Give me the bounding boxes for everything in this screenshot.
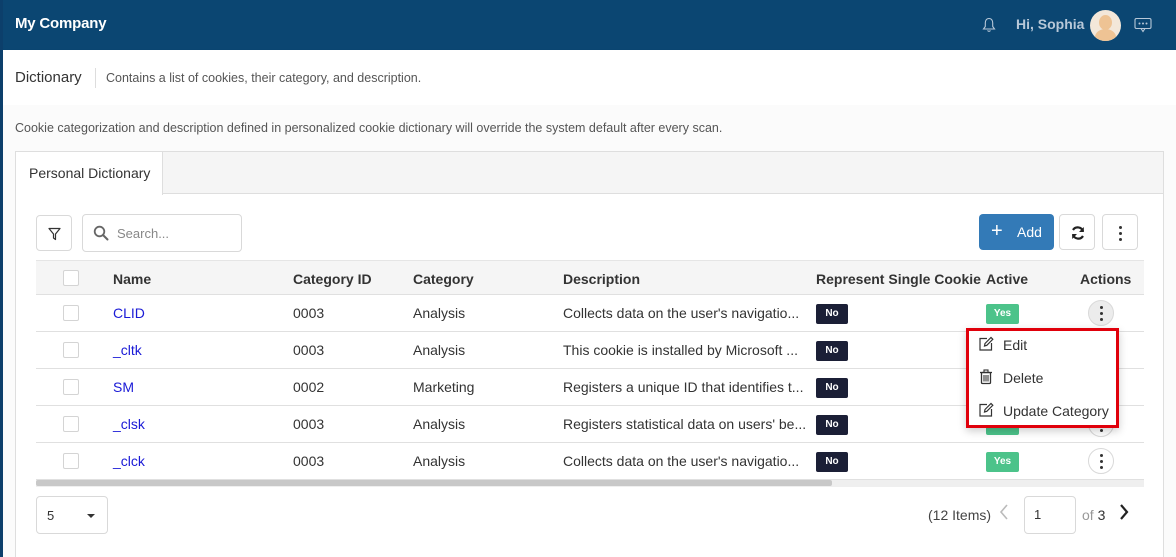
menu-item-label: Update Category: [1003, 403, 1109, 419]
active-badge: Yes: [986, 304, 1019, 324]
table-row: CLID 0003 Analysis Collects data on the …: [36, 295, 1144, 332]
description: Collects data on the user's navigatio...: [563, 453, 800, 469]
category: Analysis: [413, 453, 466, 469]
category-id: 0003: [293, 453, 325, 469]
single-cookie-badge: No: [816, 452, 848, 472]
top-header: My Company Hi, Sophia: [0, 0, 1176, 50]
column-header-actions: Actions: [1080, 271, 1132, 287]
description: Registers a unique ID that identifies t.…: [563, 379, 804, 395]
category-id: 0003: [293, 342, 325, 358]
chevron-left-icon: [999, 504, 1008, 520]
column-header-name[interactable]: Name: [113, 271, 151, 287]
tab-strip: [16, 152, 1163, 194]
category: Analysis: [413, 416, 466, 432]
row-checkbox[interactable]: [63, 453, 79, 469]
of-label: of: [1082, 507, 1094, 523]
chevron-right-icon: [1120, 504, 1129, 520]
total-pages-label: of 3: [1082, 507, 1105, 523]
refresh-button[interactable]: [1059, 214, 1095, 250]
override-notice: Cookie categorization and description de…: [15, 121, 723, 135]
column-header-active[interactable]: Active: [986, 271, 1028, 287]
page-description: Contains a list of cookies, their catego…: [106, 71, 422, 85]
description: Collects data on the user's navigatio...: [563, 305, 800, 321]
page-size-select[interactable]: 5: [36, 496, 108, 534]
page-size-value: 5: [47, 508, 55, 523]
single-cookie-badge: No: [816, 341, 848, 361]
add-button[interactable]: + Add: [979, 214, 1054, 250]
active-badge: Yes: [986, 452, 1019, 472]
filter-icon: [48, 227, 61, 241]
category: Analysis: [413, 342, 466, 358]
table-header: Name Category ID Category Description Re…: [36, 260, 1144, 295]
caret-down-icon: [87, 514, 95, 518]
row-checkbox[interactable]: [63, 342, 79, 358]
cookie-name-link[interactable]: _clsk: [113, 416, 145, 432]
refresh-icon: [1071, 226, 1085, 240]
cookie-name-link[interactable]: _cltk: [113, 342, 142, 358]
description: Registers statistical data on users' be.…: [563, 416, 807, 432]
cookie-name-link[interactable]: CLID: [113, 305, 145, 321]
next-page-button[interactable]: [1118, 503, 1130, 526]
tab-personal-dictionary[interactable]: Personal Dictionary: [16, 152, 163, 195]
page-header: Dictionary Contains a list of cookies, t…: [3, 50, 1176, 105]
category: Marketing: [413, 379, 475, 395]
search-icon: [93, 225, 109, 241]
single-cookie-badge: No: [816, 378, 848, 398]
user-greeting[interactable]: Hi, Sophia: [1016, 16, 1084, 32]
page-title: Dictionary: [15, 69, 82, 86]
edit-icon: [979, 336, 994, 351]
more-vertical-icon: [1100, 306, 1103, 324]
column-header-category[interactable]: Category: [413, 271, 474, 287]
items-count: (12 Items): [928, 507, 992, 523]
page-number-input[interactable]: [1034, 507, 1070, 522]
brand-name: My Company: [15, 15, 107, 32]
category-id: 0003: [293, 305, 325, 321]
row-checkbox[interactable]: [63, 379, 79, 395]
bell-icon[interactable]: [982, 17, 996, 33]
trash-icon: [980, 369, 992, 385]
horizontal-scrollbar-thumb[interactable]: [36, 480, 832, 486]
category-id: 0002: [293, 379, 325, 395]
column-header-description[interactable]: Description: [563, 271, 640, 287]
category: Analysis: [413, 305, 466, 321]
add-button-label: Add: [1017, 224, 1042, 240]
title-divider: [95, 68, 96, 88]
menu-item-label: Edit: [1003, 337, 1028, 353]
plus-icon: +: [991, 220, 1003, 242]
select-all-checkbox[interactable]: [63, 270, 79, 286]
chat-icon[interactable]: [1134, 17, 1152, 33]
filter-button[interactable]: [36, 215, 72, 251]
category-id: 0003: [293, 416, 325, 432]
avatar[interactable]: [1090, 10, 1121, 41]
more-options-button[interactable]: [1102, 214, 1138, 250]
menu-item-edit[interactable]: Edit: [969, 331, 1116, 361]
single-cookie-badge: No: [816, 415, 848, 435]
description: This cookie is installed by Microsoft ..…: [563, 342, 798, 358]
left-edge: [0, 0, 3, 557]
row-actions-menu: Edit Delete Update Category: [966, 328, 1119, 428]
cookie-name-link[interactable]: SM: [113, 379, 134, 395]
previous-page-button[interactable]: [998, 503, 1010, 526]
column-header-category-id[interactable]: Category ID: [293, 271, 372, 287]
edit-icon: [979, 402, 994, 417]
panel-right-border: [1163, 151, 1164, 557]
menu-item-update-category[interactable]: Update Category: [969, 397, 1116, 427]
search-box[interactable]: [82, 214, 242, 252]
row-actions-button[interactable]: [1088, 448, 1114, 474]
page-number-field[interactable]: [1024, 496, 1076, 534]
row-checkbox[interactable]: [63, 305, 79, 321]
menu-item-delete[interactable]: Delete: [969, 364, 1116, 394]
row-checkbox[interactable]: [63, 416, 79, 432]
single-cookie-badge: No: [816, 304, 848, 324]
table-row: _clck 0003 Analysis Collects data on the…: [36, 443, 1144, 480]
total-pages: 3: [1097, 507, 1106, 523]
cookie-name-link[interactable]: _clck: [113, 453, 145, 469]
more-vertical-icon: [1100, 454, 1103, 472]
menu-item-label: Delete: [1003, 370, 1044, 386]
search-input[interactable]: [117, 223, 235, 243]
column-header-represent-single-cookie[interactable]: Represent Single Cookie: [816, 271, 981, 287]
row-actions-button[interactable]: [1088, 300, 1114, 326]
more-vertical-icon: [1119, 226, 1122, 244]
